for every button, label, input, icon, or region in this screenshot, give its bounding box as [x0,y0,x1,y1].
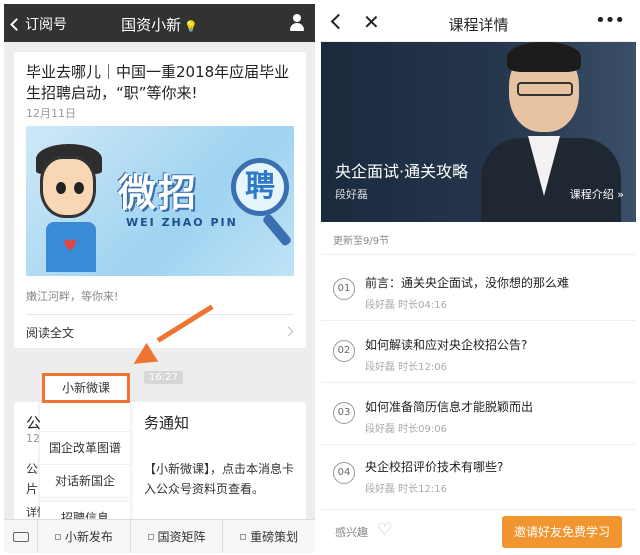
lesson-item[interactable]: 02 如何解读和应对央企校招公告? 段好磊 时长12:06 [321,326,636,386]
cartoon-eye [56,182,66,194]
lesson-meta: 段好磊 时长12:16 [365,484,447,495]
presenter-hair [507,42,581,72]
notice-title-right: 务通知 [144,414,190,432]
article-card[interactable]: 毕业去哪儿｜中国一重2018年应届毕业生招聘启动，“职”等你来! 12月11日 … [14,52,306,348]
cartoon-eye [74,182,84,194]
divider [321,254,636,255]
chevron-right-icon [283,326,294,337]
lesson-title: 如何准备简历信息才能脱颖而出 [365,400,534,414]
lesson-title: 前言：通关央企面试，没你想的那么难 [365,276,570,290]
menu-icon [147,533,154,540]
lesson-number: 02 [333,340,355,362]
divider [321,444,636,445]
more-icon[interactable]: ••• [595,10,625,31]
popup-spacer [40,402,130,432]
menu-popup: 国企改革图谱 对话新国企 [40,402,130,502]
course-title: 央企面试·通关攻略 [335,162,469,181]
course-hero: 央企面试·通关攻略 段好磊 课程介绍 » [321,42,636,222]
profile-icon[interactable] [289,14,305,32]
popup-item-reform[interactable]: 国企改革图谱 [40,432,130,465]
menu-icon [54,533,61,540]
course-author: 段好磊 [335,188,368,201]
interest-label: 感兴趣 [335,526,368,539]
menu-tab-release[interactable]: 小新发布 [38,520,131,553]
lesson-item[interactable]: 01 前言：通关央企面试，没你想的那么难 段好磊 时长04:16 [321,264,636,324]
article-caption: 嫩江河畔，等你来! [26,290,119,303]
divider [26,314,294,315]
page-title: 课程详情 [448,16,509,34]
popup-item-dialogue[interactable]: 对话新国企 [40,465,130,498]
menu-tab-matrix[interactable]: 国资矩阵 [131,520,224,553]
lesson-meta: 段好磊 时长04:16 [365,300,447,311]
article-banner-image[interactable]: ♥ 微招 聘 WEI ZHAO PIN [26,126,294,276]
banner-subtitle: WEI ZHAO PIN [126,216,238,229]
course-intro-link[interactable]: 课程介绍 » [570,186,624,202]
read-all-link[interactable]: 阅读全文 [26,324,74,341]
divider [321,320,636,321]
keyboard-icon[interactable] [4,520,38,553]
menu-tab-label: 小新发布 [64,530,113,544]
page: 订阅号 国资小新 💡 毕业去哪儿｜中国一重2018年应届毕业生招聘启动，“职”等你… [0,0,640,555]
menu-icon [240,533,247,540]
wechat-chat-screen: 订阅号 国资小新 💡 毕业去哪儿｜中国一重2018年应届毕业生招聘启动，“职”等你… [4,4,315,553]
lesson-number: 01 [333,278,355,300]
heart-icon[interactable]: ♡ [377,520,392,540]
cartoon-face [40,156,96,218]
lesson-meta: 段好磊 时长09:06 [365,424,447,435]
notice-text: 【小新微课】，点击本消息卡 [144,462,295,476]
magnifier-icon: 聘 [231,158,289,216]
invite-friends-button[interactable]: 邀请好友免费学习 [502,516,622,548]
menu-tab-label: 重磅策划 [250,530,299,544]
lesson-meta: 段好磊 时长12:06 [365,362,447,373]
timestamp: 16:27 [144,371,183,384]
top-nav-bar: ✕ 课程详情 ••• [321,4,636,42]
lightbulb-icon: 💡 [184,20,198,33]
divider [321,382,636,383]
lesson-number: 03 [333,402,355,424]
notice-text: 入公众号资料页查看。 [144,482,265,496]
bottom-menu-bar: 小新发布 国资矩阵 重磅策划 [4,519,315,553]
top-nav-bar: 订阅号 国资小新 💡 [4,4,315,42]
presenter-glasses [517,82,573,96]
popup-item-micro-course[interactable]: 小新微课 [42,373,130,403]
page-title: 国资小新 💡 [4,14,315,35]
lesson-title: 央企校招评价技术有哪些? [365,460,504,474]
menu-tab-feature[interactable]: 重磅策划 [223,520,315,553]
heart-icon: ♥ [63,236,78,255]
article-headline[interactable]: 毕业去哪儿｜中国一重2018年应届毕业生招聘启动，“职”等你来! [26,62,298,104]
update-status: 更新至9/9节 [333,236,390,247]
notice-date: 12 [26,432,40,445]
account-name: 国资小新 [121,16,182,34]
banner-title: 微招 [118,171,199,215]
notice-text: 片 [26,482,39,496]
notice-title-left: 公 [26,414,42,432]
menu-tab-label: 国资矩阵 [157,530,206,544]
notice-text: 公 [26,462,39,476]
lesson-item[interactable]: 03 如何准备简历信息才能脱颖而出 段好磊 时长09:06 [321,388,636,448]
lesson-number: 04 [333,462,355,484]
lesson-item[interactable]: 04 央企校招评价技术有哪些? 段好磊 时长12:16 [321,448,636,508]
course-detail-screen: ✕ 课程详情 ••• 央企面试·通关攻略 段好磊 课程介绍 » 更新至9/9节 … [321,4,636,553]
article-date: 12月11日 [26,107,76,120]
lesson-title: 如何解读和应对央企校招公告? [365,338,528,352]
bottom-action-bar: 感兴趣 ♡ 邀请好友免费学习 [321,509,636,553]
magnifier-handle [261,212,293,248]
